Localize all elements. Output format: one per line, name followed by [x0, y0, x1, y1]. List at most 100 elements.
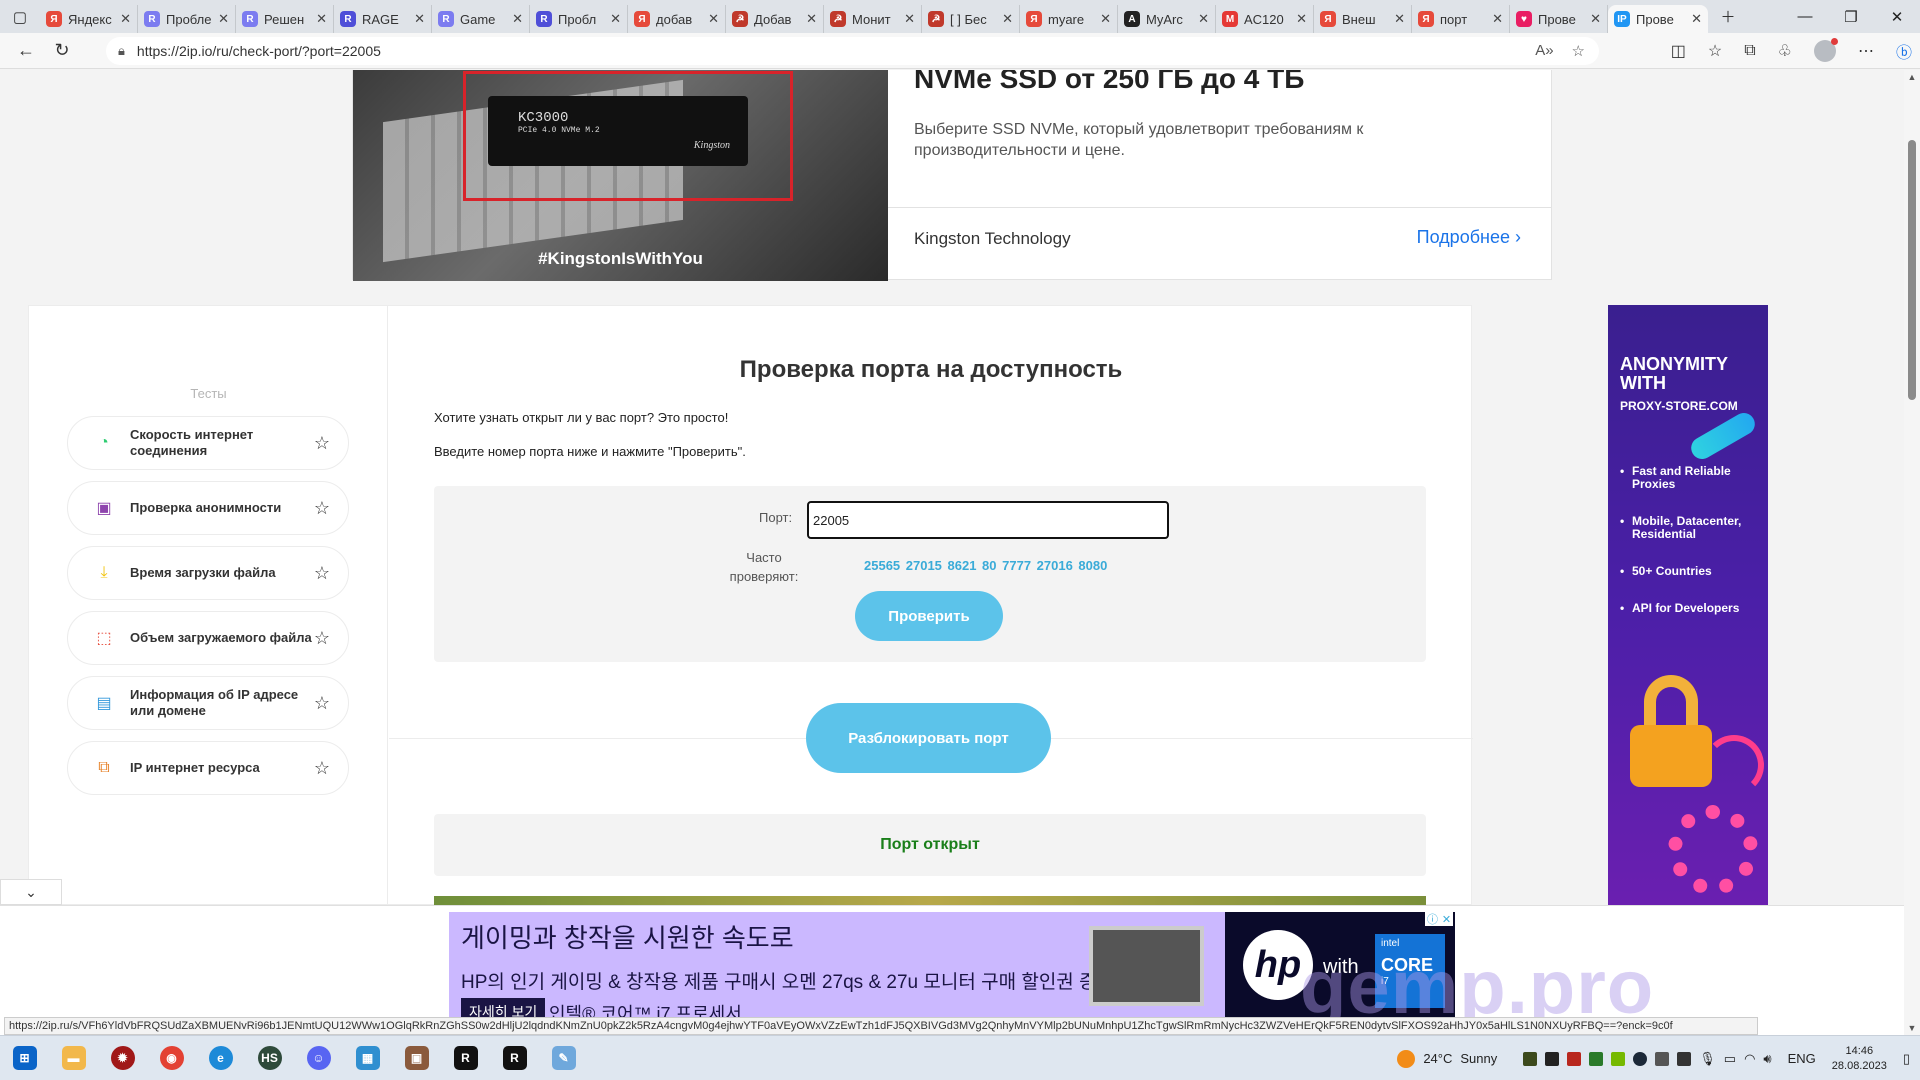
tab-close-icon[interactable]: ✕ — [1691, 11, 1702, 27]
tray-app-icon[interactable] — [1611, 1051, 1626, 1066]
sidebar-item-label[interactable]: Объем загружаемого файла — [130, 630, 314, 646]
tab-title[interactable]: Монит — [852, 12, 900, 27]
tab-close-icon[interactable]: ✕ — [708, 11, 719, 27]
explorer-icon[interactable]: ▬ — [49, 1036, 98, 1080]
bing-icon[interactable]: ⓑ — [1896, 39, 1912, 63]
notifications-icon[interactable]: ▯ — [1903, 1051, 1910, 1067]
tab-close-icon[interactable]: ✕ — [904, 11, 915, 27]
browser-tab[interactable]: Яmyare ✕ — [1020, 5, 1118, 33]
browser-tab[interactable]: ☭ Добав ✕ — [726, 5, 824, 33]
url-field[interactable]: 🔒︎ https://2ip.io/ru/check-port/?port=22… — [106, 37, 1599, 65]
tab-actions-icon[interactable]: ▢ — [0, 0, 40, 33]
chrome-icon[interactable]: ◉ — [147, 1036, 196, 1080]
url-text[interactable]: https://2ip.io/ru/check-port/?port=22005 — [137, 43, 381, 59]
tray-app-icon[interactable] — [1677, 1051, 1692, 1066]
tab-close-icon[interactable]: ✕ — [610, 11, 621, 27]
tab-title[interactable]: Пробле — [166, 12, 214, 27]
paint-icon[interactable]: ✎ — [539, 1036, 588, 1080]
tab-title[interactable]: Пробл — [558, 12, 606, 27]
sidebar-item[interactable]: ◔ Скорость интернет соединения ☆ — [67, 416, 349, 470]
browser-tab[interactable]: ☭ [ ] Бес ✕ — [922, 5, 1020, 33]
star-icon[interactable]: ☆ — [314, 498, 330, 519]
sidebar-item[interactable]: ⬚ Объем загружаемого файла ☆ — [67, 611, 349, 665]
sidebar-item-label[interactable]: Скорость интернет соединения — [130, 427, 314, 459]
star-icon[interactable]: ☆ — [314, 433, 330, 454]
new-tab-button[interactable]: ＋ — [1708, 0, 1748, 33]
package-app-icon[interactable]: ▣ — [392, 1036, 441, 1080]
rage-mp-icon[interactable]: R — [441, 1036, 490, 1080]
start-button[interactable]: ⊞ — [0, 1036, 49, 1080]
tab-close-icon[interactable]: ✕ — [1296, 11, 1307, 27]
browser-tab[interactable]: R Пробл ✕ — [530, 5, 628, 33]
tab-title[interactable]: Прове — [1538, 12, 1586, 27]
ad-headline[interactable]: NVMe SSD от 250 ГБ до 4 ТБ — [914, 70, 1304, 95]
tab-close-icon[interactable]: ✕ — [806, 11, 817, 27]
favorite-star-icon[interactable]: ☆ — [1572, 42, 1585, 60]
profile-avatar[interactable] — [1813, 38, 1838, 62]
back-icon[interactable]: ← — [8, 33, 44, 69]
tab-title[interactable]: Прове — [1636, 12, 1687, 27]
sidebar-item-label[interactable]: Время загрузки файла — [130, 565, 314, 581]
kingston-ad[interactable]: KC3000 PCIe 4.0 NVMe M.2 Kingston #Kings… — [352, 70, 1552, 281]
collections-icon[interactable]: ⧉ — [1744, 42, 1755, 60]
steam-icon[interactable] — [1633, 1051, 1648, 1066]
often-checked-ports[interactable]: 25565 27015 8621 80 7777 27016 8080 — [864, 558, 1107, 573]
more-menu-icon[interactable]: ⋯ — [1858, 41, 1874, 61]
weather-condition[interactable]: Sunny — [1460, 1051, 1497, 1066]
minimize-icon[interactable]: — — [1782, 0, 1828, 33]
tab-title[interactable]: Решен — [264, 12, 312, 27]
hs-app-icon[interactable]: HS — [245, 1036, 294, 1080]
refresh-icon[interactable]: ↻ — [44, 33, 80, 69]
sidebar-item[interactable]: ⤓ Время загрузки файла ☆ — [67, 546, 349, 600]
tab-close-icon[interactable]: ✕ — [316, 11, 327, 27]
read-aloud-icon[interactable]: A» — [1535, 42, 1553, 60]
tab-close-icon[interactable]: ✕ — [414, 11, 425, 27]
tab-title[interactable]: Добав — [754, 12, 802, 27]
tab-title[interactable]: [ ] Бес — [950, 12, 998, 27]
tab-title[interactable]: добав — [656, 12, 704, 27]
discord-icon[interactable]: ☺ — [294, 1036, 343, 1080]
proxy-store-ad[interactable]: ANONYMITY WITH PROXY-STORE.COM Fast and … — [1608, 305, 1768, 905]
monitor-app-icon[interactable]: ▦ — [343, 1036, 392, 1080]
tab-close-icon[interactable]: ✕ — [120, 11, 131, 27]
sidebar-item-label[interactable]: IP интернет ресурса — [130, 760, 314, 776]
sidebar-item-label[interactable]: Проверка анонимности — [130, 500, 314, 516]
star-icon[interactable]: ☆ — [314, 563, 330, 584]
browser-tab[interactable]: Ядобав ✕ — [628, 5, 726, 33]
browser-tab[interactable]: ☭ Монит ✕ — [824, 5, 922, 33]
clock[interactable]: 14:46 28.08.2023 — [1832, 1044, 1887, 1074]
tray-app-icon[interactable] — [1589, 1051, 1604, 1066]
browser-tab[interactable]: A MyArc ✕ — [1118, 5, 1216, 33]
ad-more-link[interactable]: Подробнее › — [1417, 227, 1521, 248]
chevron-down-icon[interactable]: ⌄ — [0, 879, 62, 905]
sidebar-item[interactable]: ⧉ IP интернет ресурса ☆ — [67, 741, 349, 795]
tab-title[interactable]: Яндекс — [68, 12, 116, 27]
tray-app-icon[interactable] — [1545, 1051, 1560, 1066]
star-icon[interactable]: ☆ — [314, 628, 330, 649]
page-scrollbar[interactable]: ▲ ▼ — [1904, 70, 1920, 1035]
port-input[interactable] — [807, 501, 1169, 539]
browser-tab[interactable]: R Пробле ✕ — [138, 5, 236, 33]
tab-close-icon[interactable]: ✕ — [1492, 11, 1503, 27]
tab-close-icon[interactable]: ✕ — [1590, 11, 1601, 27]
tab-title[interactable]: MyArc — [1146, 12, 1194, 27]
browser-tab[interactable]: Я Внеш ✕ — [1314, 5, 1412, 33]
tab-close-icon[interactable]: ✕ — [512, 11, 523, 27]
browser-tab[interactable]: R RAGE ✕ — [334, 5, 432, 33]
star-icon[interactable]: ☆ — [314, 758, 330, 779]
sidebar-item[interactable]: ▣ Проверка анонимности ☆ — [67, 481, 349, 535]
battery-icon[interactable]: ▭ — [1724, 1051, 1736, 1067]
tab-close-icon[interactable]: ✕ — [1394, 11, 1405, 27]
scrollbar-thumb[interactable] — [1908, 140, 1916, 400]
tab-title[interactable]: Внеш — [1342, 12, 1390, 27]
browser-tab[interactable]: M AC120 ✕ — [1216, 5, 1314, 33]
lock-icon[interactable]: 🔒︎ — [118, 43, 125, 59]
browser-tab[interactable]: R Решен ✕ — [236, 5, 334, 33]
unlock-port-button[interactable]: Разблокировать порт — [806, 703, 1051, 773]
tab-close-icon[interactable]: ✕ — [1198, 11, 1209, 27]
volume-icon[interactable]: 🔊︎ — [1763, 1051, 1771, 1067]
sidebar-item[interactable]: ▤ Информация об IP адресе или домене ☆ — [67, 676, 349, 730]
favorites-icon[interactable]: ☆ — [1708, 41, 1722, 61]
extensions-icon[interactable]: ♧ — [1778, 41, 1792, 61]
check-button[interactable]: Проверить — [855, 591, 1003, 641]
